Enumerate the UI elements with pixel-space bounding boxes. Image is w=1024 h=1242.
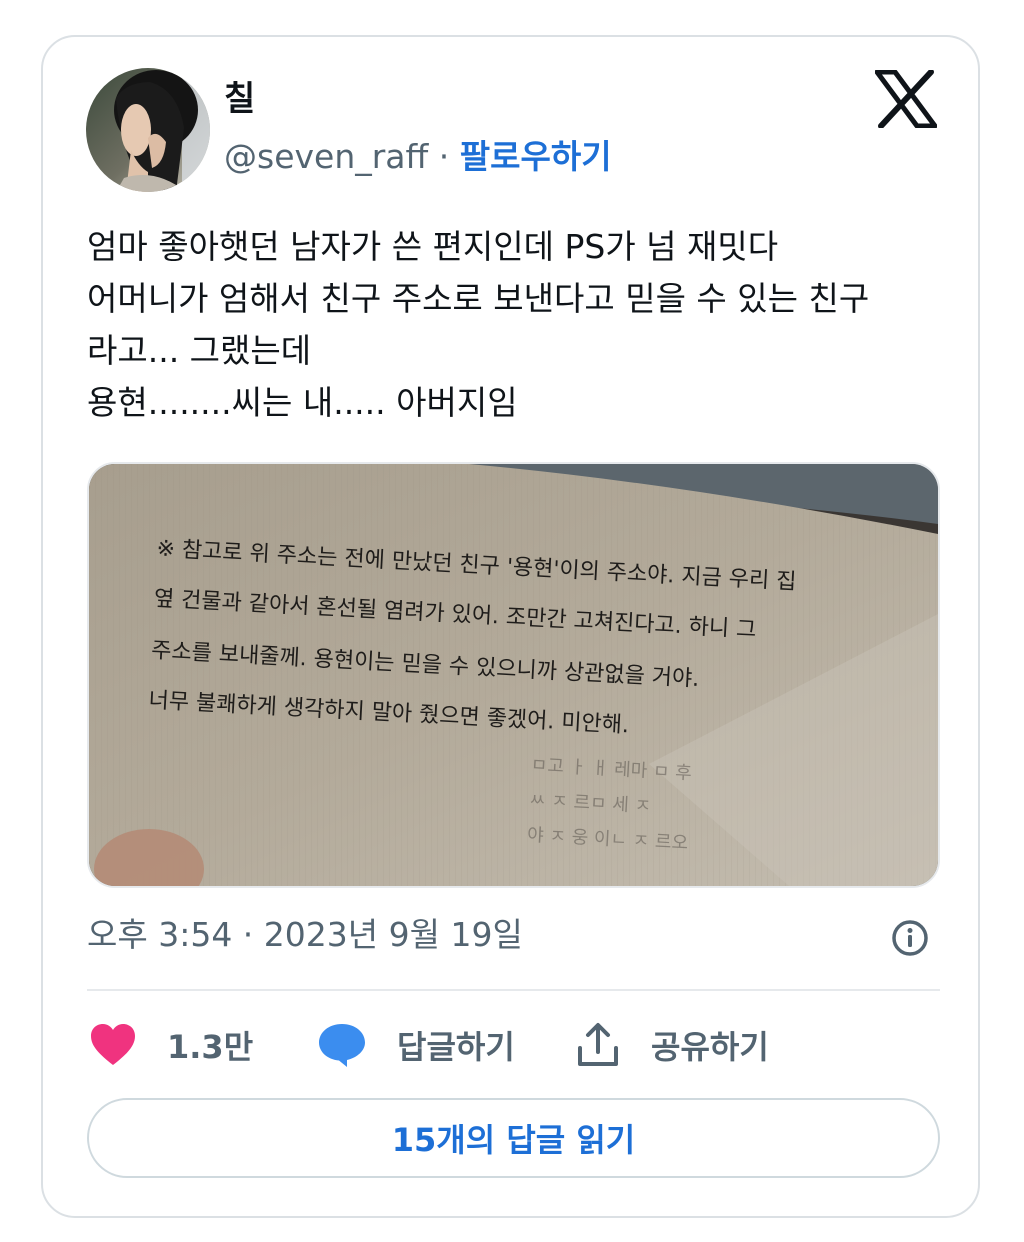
tweet-photo[interactable]: ※ 참고로 위 주소는 전에 만났던 친구 '용현'이의 주소야. 지금 우리 … [87, 462, 940, 888]
separator-dot: · [438, 137, 450, 176]
like-button[interactable]: 1.3만 [89, 1017, 253, 1073]
like-count: 1.3만 [167, 1028, 254, 1066]
avatar[interactable] [86, 68, 210, 192]
share-label: 공유하기 [651, 1028, 769, 1066]
x-logo-icon[interactable] [874, 69, 938, 129]
reply-bubble-icon [319, 1024, 365, 1067]
avatar-image [86, 68, 210, 192]
tweet-text: 엄마 좋아햇던 남자가 쓴 편지인데 PS가 넘 재밋다 어머니가 엄해서 친구… [87, 221, 947, 429]
tweet-line: 용현........씨는 내..... 아버지임 [87, 383, 518, 422]
handle-row: @seven_raff · 팔로우하기 [224, 134, 612, 180]
tweet-timestamp[interactable]: 오후 3:54 · 2023년 9월 19일 [87, 911, 523, 959]
display-name[interactable]: 칠 [224, 77, 255, 121]
share-button[interactable]: 공유하기 [575, 1017, 769, 1073]
tweet-line: 라고... 그랬는데 [87, 331, 312, 370]
info-icon[interactable] [891, 919, 929, 957]
tweet-line: 어머니가 엄해서 친구 주소로 보낸다고 믿을 수 있는 친구 [87, 279, 870, 318]
heart-icon [91, 1024, 135, 1065]
reply-label: 답글하기 [397, 1028, 515, 1066]
divider [87, 989, 940, 991]
follow-button[interactable]: 팔로우하기 [460, 137, 612, 176]
user-handle[interactable]: @seven_raff [224, 137, 428, 176]
tweet-card: 칠 @seven_raff · 팔로우하기 엄마 좋아햇던 남자가 쓴 편지인데… [41, 35, 980, 1218]
tweet-line: 엄마 좋아햇던 남자가 쓴 편지인데 PS가 넘 재밋다 [87, 227, 779, 266]
share-icon [578, 1023, 618, 1066]
action-bar: 1.3만 답글하기 공유하기 [87, 1017, 940, 1073]
reply-button[interactable]: 답글하기 [317, 1017, 515, 1073]
read-replies-button[interactable]: 15개의 답글 읽기 [87, 1098, 940, 1178]
